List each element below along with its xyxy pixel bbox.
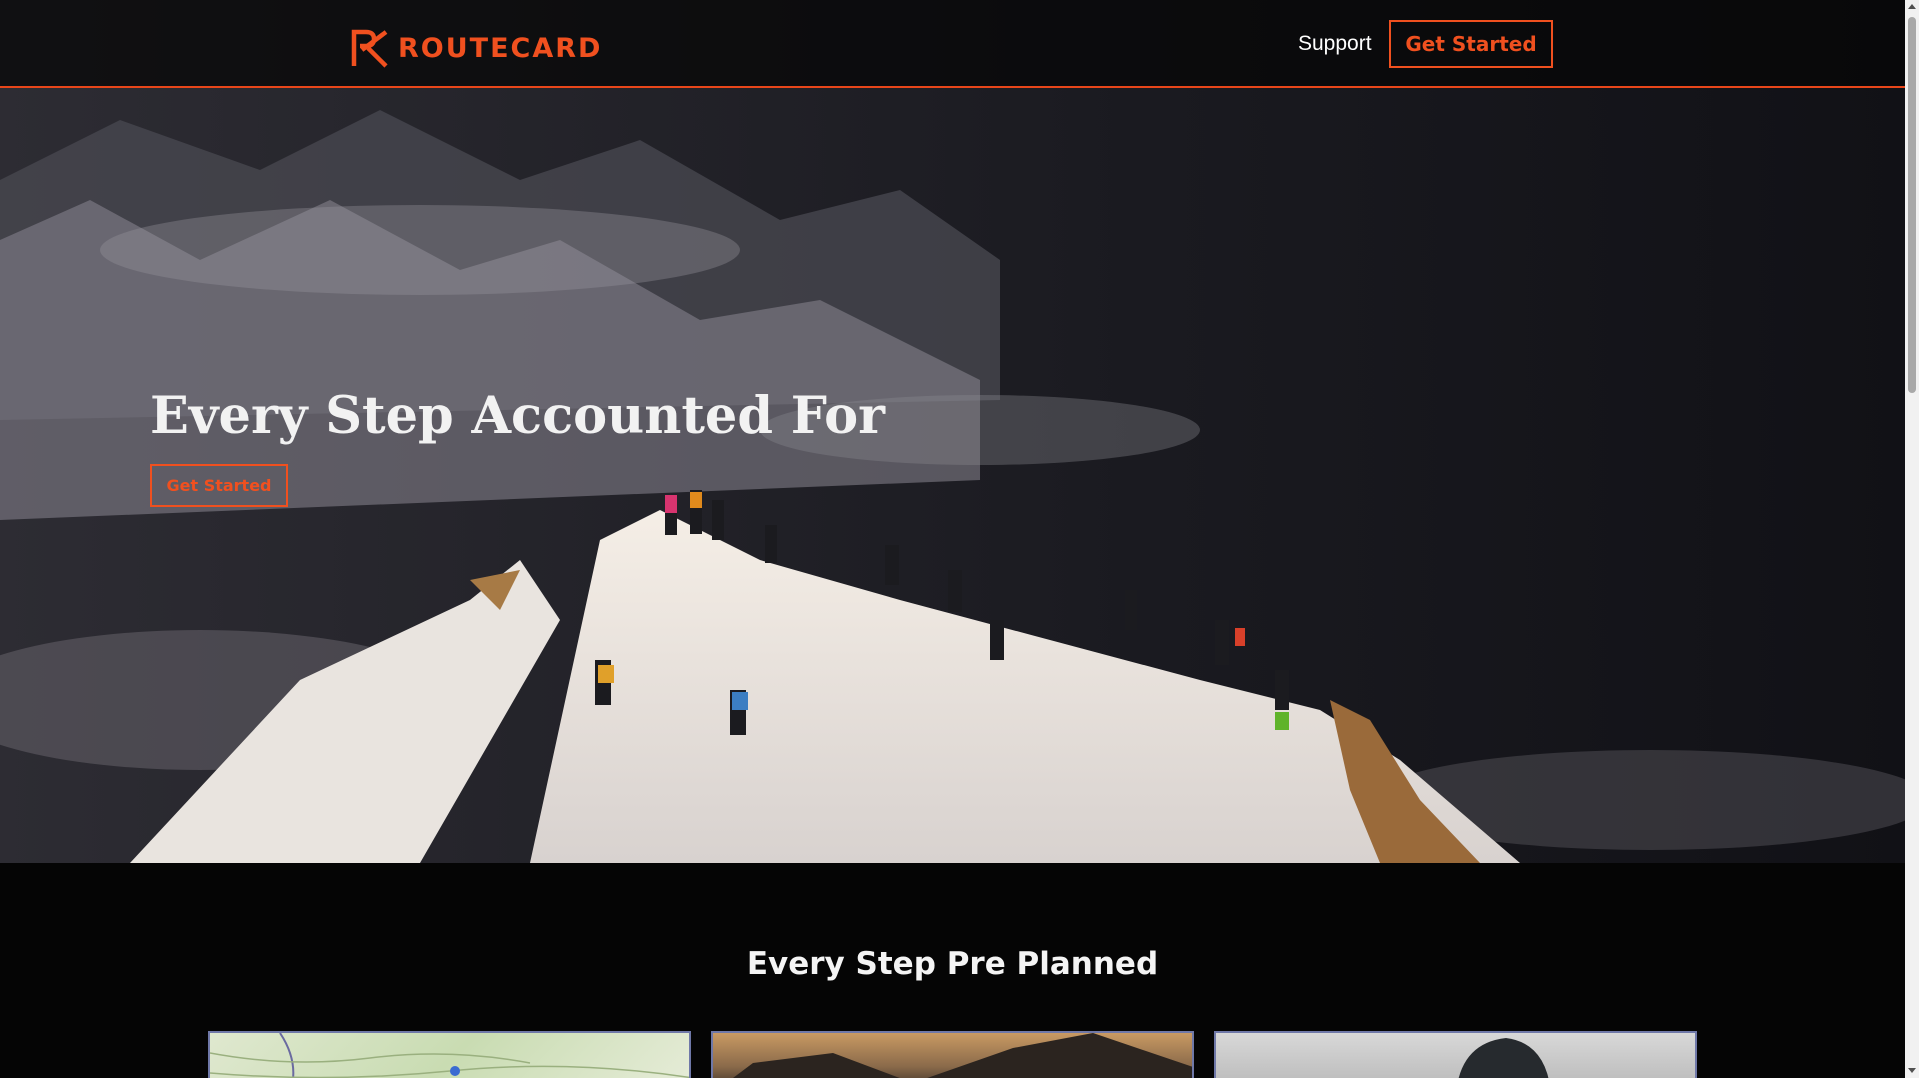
header-get-started-button[interactable]: Get Started [1389, 20, 1553, 68]
scroll-up-icon[interactable] [1908, 4, 1916, 9]
mountain-sunset-thumbnail [733, 1033, 1192, 1078]
brand-name: ROUTECARD [398, 32, 603, 64]
routecard-logo-icon [351, 29, 388, 68]
topographic-map-thumbnail [210, 1033, 689, 1078]
scroll-down-icon[interactable] [1908, 1068, 1916, 1073]
section-title: Every Step Pre Planned [746, 946, 1159, 982]
page-scrollbar[interactable] [1905, 0, 1919, 1078]
hero-get-started-button[interactable]: Get Started [150, 464, 288, 507]
feature-card-person[interactable] [1214, 1031, 1697, 1078]
brand-logo[interactable]: ROUTECARD [350, 28, 602, 68]
scroll-thumb[interactable] [1908, 17, 1916, 393]
nav-support-link[interactable]: Support [1298, 32, 1372, 56]
feature-card-map[interactable] [208, 1031, 691, 1078]
hooded-person-thumbnail [1458, 1038, 1549, 1078]
hero-title: Every Step Accounted For [150, 386, 886, 446]
site-header: ROUTECARD Support Get Started [0, 0, 1905, 88]
feature-card-sunset[interactable] [711, 1031, 1194, 1078]
